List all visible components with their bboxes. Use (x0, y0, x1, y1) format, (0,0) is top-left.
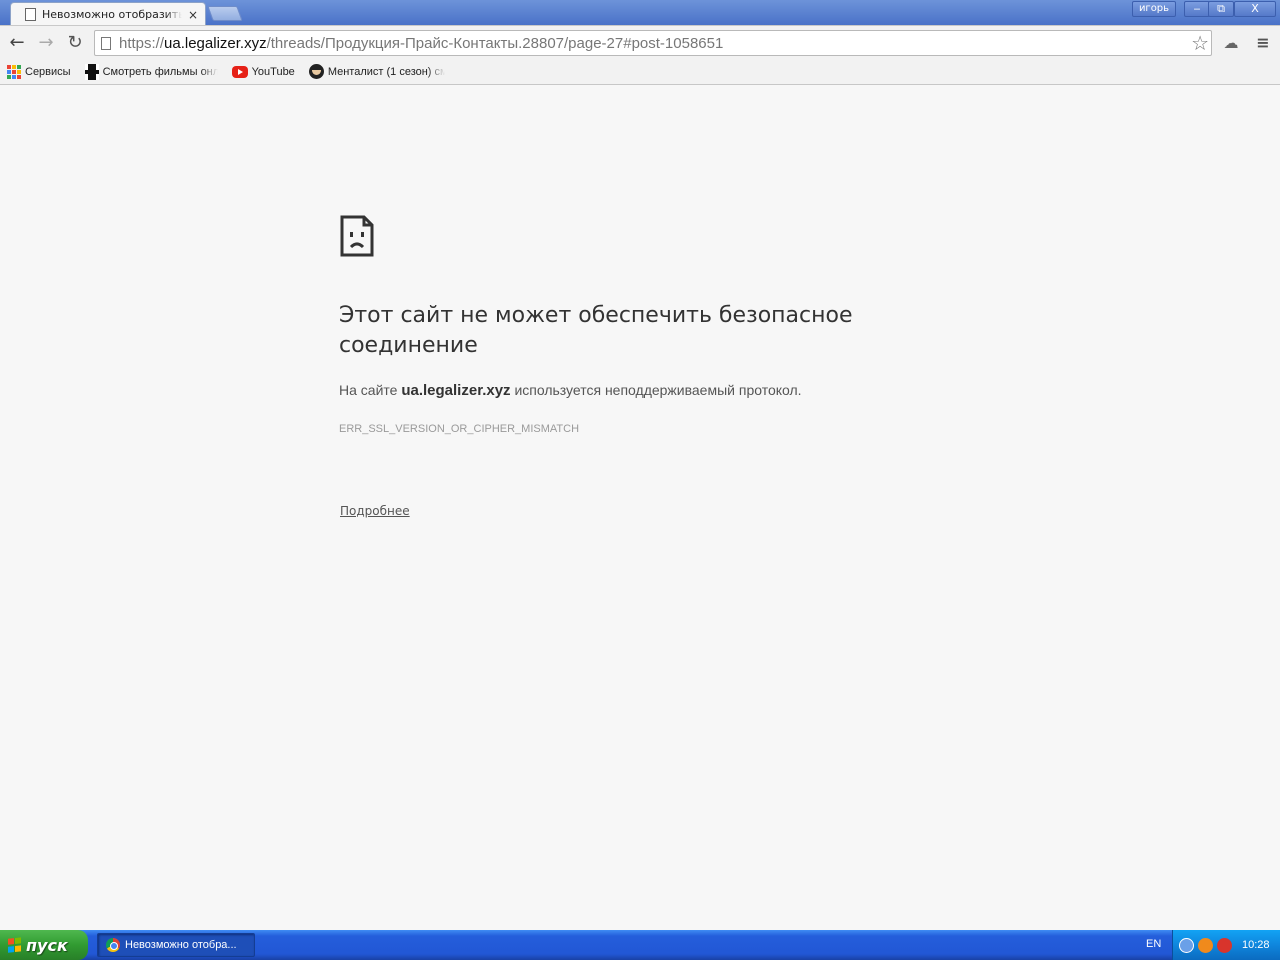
bookmark-label: YouTube (251, 65, 295, 78)
chrome-icon (106, 938, 120, 952)
clock[interactable]: 10:28 (1242, 939, 1270, 951)
bookmark-films[interactable]: Смотреть фильмы онлайн (84, 63, 218, 80)
youtube-icon (231, 65, 248, 78)
error-title: Этот сайт не может обеспечить безопасное… (339, 303, 853, 358)
bookmark-label: Смотреть фильмы онлайн (102, 65, 218, 78)
forward-button[interactable]: → (35, 32, 57, 54)
start-button[interactable]: пуск (0, 930, 88, 960)
tab-title: Невозможно отобразить страницу (42, 8, 182, 21)
address-bar[interactable]: https://ua.legalizer.xyz/threads/Продукц… (94, 30, 1212, 56)
bookmark-label: Менталист (1 сезон) смотреть (327, 65, 445, 78)
system-tray: 10:28 (1172, 930, 1280, 960)
error-code: ERR_SSL_VERSION_OR_CIPHER_MISMATCH (339, 423, 580, 435)
url-scheme: https:// (119, 34, 165, 52)
extension-icon[interactable]: ☁ (1220, 32, 1242, 54)
error-host: ua.legalizer.xyz (401, 382, 511, 399)
page-info-icon[interactable] (101, 36, 111, 50)
tray-fox-icon[interactable] (1198, 937, 1213, 953)
taskbar: пуск Невозможно отобра... EN 10:28 (0, 930, 1280, 960)
details-link[interactable]: Подробнее (340, 504, 410, 518)
url-path: /threads/Продукция-Прайс-Контакты.28807/… (266, 34, 724, 52)
bookmark-mentalist[interactable]: Менталист (1 сезон) смотреть (308, 64, 445, 79)
menu-icon[interactable]: ≡ (1252, 32, 1274, 54)
page-icon (25, 8, 36, 21)
sad-page-icon (340, 215, 374, 257)
windows-flag-icon (8, 937, 22, 953)
title-bar: Невозможно отобразить страницу × игорь ‒… (0, 0, 1280, 26)
maximize-button[interactable]: ⧉ (1208, 1, 1234, 17)
reload-button[interactable]: ↻ (64, 32, 86, 54)
minimize-button[interactable]: ‒ (1184, 1, 1210, 17)
film-icon (84, 63, 99, 80)
bookmark-star-icon[interactable]: ☆ (1191, 32, 1209, 54)
bookmark-youtube[interactable]: YouTube (231, 65, 295, 78)
language-indicator[interactable]: EN (1146, 938, 1161, 950)
close-tab-icon[interactable]: × (188, 8, 198, 22)
taskbar-item-label: Невозможно отобра... (125, 939, 237, 951)
bookmarks-bar: Сервисы Смотреть фильмы онлайн YouTube М… (0, 59, 1280, 85)
tab-active[interactable]: Невозможно отобразить страницу × (10, 2, 206, 26)
face-icon (308, 64, 324, 79)
back-button[interactable]: ← (6, 32, 28, 54)
tray-back-icon[interactable] (1179, 937, 1194, 953)
tray-shield-icon[interactable] (1217, 937, 1232, 953)
profile-button[interactable]: игорь (1132, 1, 1176, 17)
error-desc-suffix: используется неподдерживаемый протокол. (510, 382, 802, 398)
browser-toolbar: ← → ↻ https://ua.legalizer.xyz/threads/П… (0, 25, 1280, 59)
taskbar-item-chrome[interactable]: Невозможно отобра... (97, 933, 255, 957)
bookmark-label: Сервисы (25, 65, 71, 78)
error-description: На сайте ua.legalizer.xyz используется н… (339, 382, 802, 399)
bookmark-apps[interactable]: Сервисы (7, 64, 71, 79)
apps-icon (7, 64, 21, 79)
error-desc-prefix: На сайте (339, 382, 402, 398)
url-text[interactable]: https://ua.legalizer.xyz/threads/Продукц… (119, 35, 723, 52)
close-window-button[interactable]: X (1234, 1, 1276, 17)
start-label: пуск (26, 935, 68, 955)
url-host: ua.legalizer.xyz (164, 34, 267, 52)
new-tab-button[interactable] (207, 6, 243, 21)
page-content: Этот сайт не может обеспечить безопасное… (0, 86, 1280, 930)
